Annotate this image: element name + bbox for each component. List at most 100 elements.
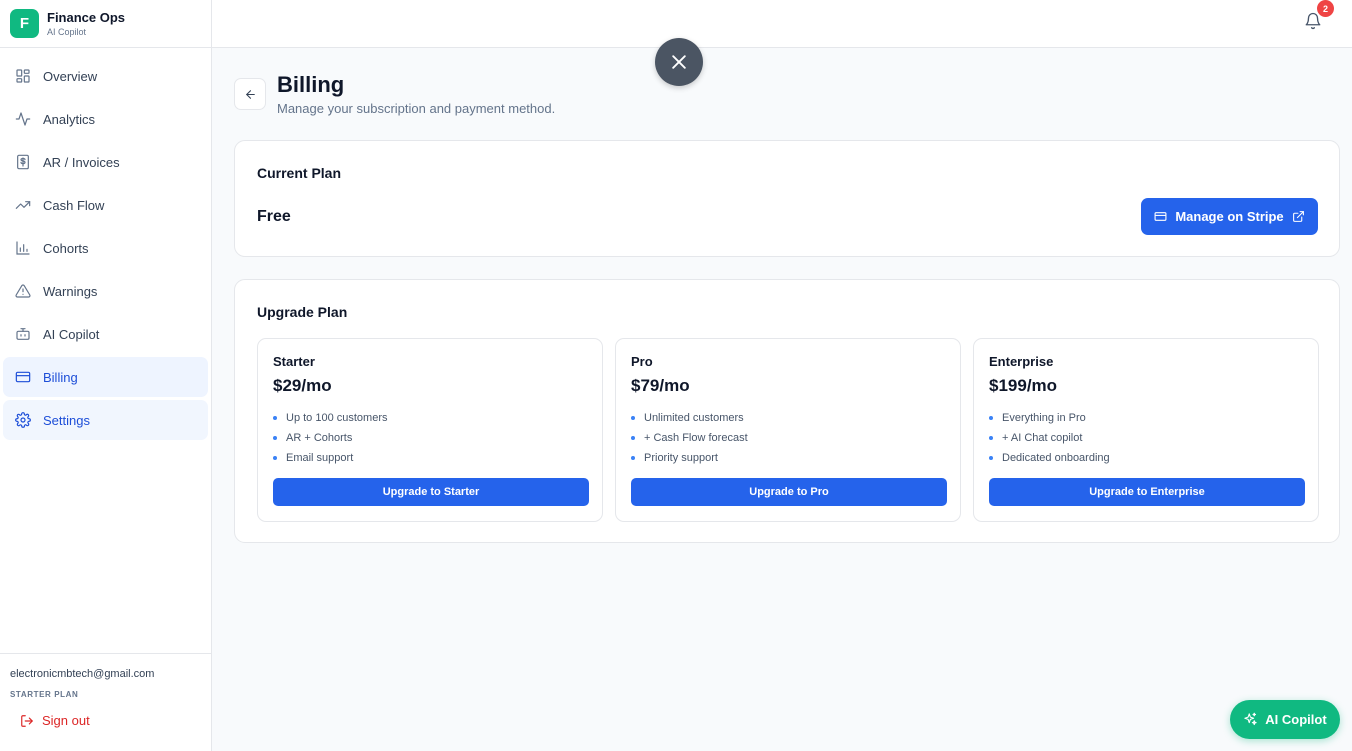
manage-on-stripe-label: Manage on Stripe <box>1175 209 1284 224</box>
sidebar-item-overview[interactable]: Overview <box>3 56 208 96</box>
feature-text: AR + Cohorts <box>286 432 353 444</box>
sidebar-item-cash-flow[interactable]: Cash Flow <box>3 185 208 225</box>
tier-price: $199/mo <box>989 376 1058 395</box>
upgrade-starter-button[interactable]: Upgrade to Starter <box>273 478 589 506</box>
feature-text: Priority support <box>644 452 718 464</box>
feature-text: + AI Chat copilot <box>1002 432 1083 444</box>
invoice-icon <box>15 154 31 170</box>
sidebar: F Finance Ops AI Copilot Overview Analyt… <box>0 0 212 751</box>
top-bar: 2 <box>212 0 1352 48</box>
brand-logo: F <box>10 9 39 38</box>
feature-item: Priority support <box>631 448 748 468</box>
close-button[interactable] <box>655 38 703 86</box>
tier-name: Pro <box>631 354 653 369</box>
sidebar-item-label: Overview <box>43 68 98 84</box>
back-button[interactable] <box>234 78 266 110</box>
tier-enterprise: Enterprise $199/mo Everything in Pro + A… <box>973 338 1319 522</box>
current-plan-card: Current Plan Free Manage on Stripe <box>234 140 1340 257</box>
sidebar-item-label: AI Copilot <box>43 326 100 342</box>
feature-text: Unlimited customers <box>644 412 744 424</box>
current-plan-heading: Current Plan <box>257 165 342 181</box>
credit-card-icon <box>1154 212 1167 221</box>
tier-name: Starter <box>273 354 315 369</box>
tier-features: Unlimited customers + Cash Flow forecast… <box>631 408 748 468</box>
feature-text: Everything in Pro <box>1002 412 1086 424</box>
external-link-icon <box>1292 211 1304 222</box>
gear-icon <box>15 412 31 428</box>
feature-text: Email support <box>286 452 354 464</box>
plan-label: STARTER PLAN <box>10 690 79 699</box>
upgrade-plan-heading: Upgrade Plan <box>257 304 348 320</box>
upgrade-enterprise-button[interactable]: Upgrade to Enterprise <box>989 478 1305 506</box>
feature-text: + Cash Flow forecast <box>644 432 748 444</box>
upgrade-pro-button[interactable]: Upgrade to Pro <box>631 478 947 506</box>
feature-item: Up to 100 customers <box>273 408 388 428</box>
close-icon <box>672 55 686 69</box>
feature-item: Dedicated onboarding <box>989 448 1110 468</box>
bar-chart-icon <box>15 240 31 256</box>
sidebar-item-warnings[interactable]: Warnings <box>3 271 208 311</box>
manage-on-stripe-button[interactable]: Manage on Stripe <box>1141 198 1318 235</box>
sign-out-button[interactable]: Sign out <box>10 713 201 728</box>
sidebar-item-label: Analytics <box>43 111 96 127</box>
bullet-icon <box>631 436 635 440</box>
arrow-left-icon <box>245 89 255 99</box>
sidebar-item-ai-copilot[interactable]: AI Copilot <box>3 314 208 354</box>
sidebar-item-settings[interactable]: Settings <box>3 400 208 440</box>
plan-tiers: Starter $29/mo Up to 100 customers AR + … <box>257 338 1319 522</box>
brand-header: F Finance Ops AI Copilot <box>0 0 211 48</box>
sidebar-item-label: Cash Flow <box>43 197 105 213</box>
notification-badge: 2 <box>1317 0 1334 17</box>
sidebar-item-label: Settings <box>43 412 90 428</box>
bullet-icon <box>273 416 277 420</box>
feature-text: Dedicated onboarding <box>1002 452 1110 464</box>
bullet-icon <box>273 436 277 440</box>
bullet-icon <box>989 456 993 460</box>
credit-card-icon <box>15 369 31 385</box>
sign-out-label: Sign out <box>42 713 90 728</box>
user-email: electronicmbtech@gmail.com <box>10 668 155 680</box>
sidebar-item-billing[interactable]: Billing <box>3 357 208 397</box>
feature-item: + AI Chat copilot <box>989 428 1110 448</box>
bullet-icon <box>989 416 993 420</box>
tier-price: $29/mo <box>273 376 332 395</box>
bullet-icon <box>989 436 993 440</box>
bullet-icon <box>631 416 635 420</box>
upgrade-plan-card: Upgrade Plan Starter $29/mo Up to 100 cu… <box>234 279 1340 543</box>
logout-icon <box>21 714 33 727</box>
tier-pro: Pro $79/mo Unlimited customers + Cash Fl… <box>615 338 961 522</box>
sidebar-item-label: Billing <box>43 369 78 385</box>
ai-copilot-label: AI Copilot <box>1265 712 1327 727</box>
sparkles-icon <box>1244 712 1257 726</box>
page-subtitle: Manage your subscription and payment met… <box>277 101 556 116</box>
feature-item: Everything in Pro <box>989 408 1110 428</box>
sidebar-item-ar-invoices[interactable]: AR / Invoices <box>3 142 208 182</box>
bullet-icon <box>631 456 635 460</box>
feature-text: Up to 100 customers <box>286 412 388 424</box>
ai-copilot-button[interactable]: AI Copilot <box>1230 700 1340 739</box>
warning-icon <box>15 283 31 299</box>
feature-item: Email support <box>273 448 388 468</box>
current-plan-name: Free <box>257 208 291 225</box>
sidebar-item-cohorts[interactable]: Cohorts <box>3 228 208 268</box>
sidebar-item-label: Cohorts <box>43 240 89 256</box>
sidebar-item-analytics[interactable]: Analytics <box>3 99 208 139</box>
page-title: Billing <box>277 72 345 97</box>
tier-starter: Starter $29/mo Up to 100 customers AR + … <box>257 338 603 522</box>
tier-price: $79/mo <box>631 376 690 395</box>
tier-features: Everything in Pro + AI Chat copilot Dedi… <box>989 408 1110 468</box>
brand-subtitle: AI Copilot <box>47 27 87 37</box>
trending-up-icon <box>15 197 31 213</box>
bot-icon <box>15 326 31 342</box>
sidebar-item-label: AR / Invoices <box>43 154 120 170</box>
sidebar-item-label: Warnings <box>43 283 98 299</box>
feature-item: + Cash Flow forecast <box>631 428 748 448</box>
brand-name: Finance Ops <box>47 10 126 25</box>
feature-item: Unlimited customers <box>631 408 748 428</box>
feature-item: AR + Cohorts <box>273 428 388 448</box>
sidebar-footer: electronicmbtech@gmail.com STARTER PLAN … <box>0 653 211 751</box>
activity-icon <box>15 111 31 127</box>
bullet-icon <box>273 456 277 460</box>
grid-icon <box>15 68 31 84</box>
sidebar-nav: Overview Analytics AR / Invoices Cash Fl… <box>0 48 211 440</box>
